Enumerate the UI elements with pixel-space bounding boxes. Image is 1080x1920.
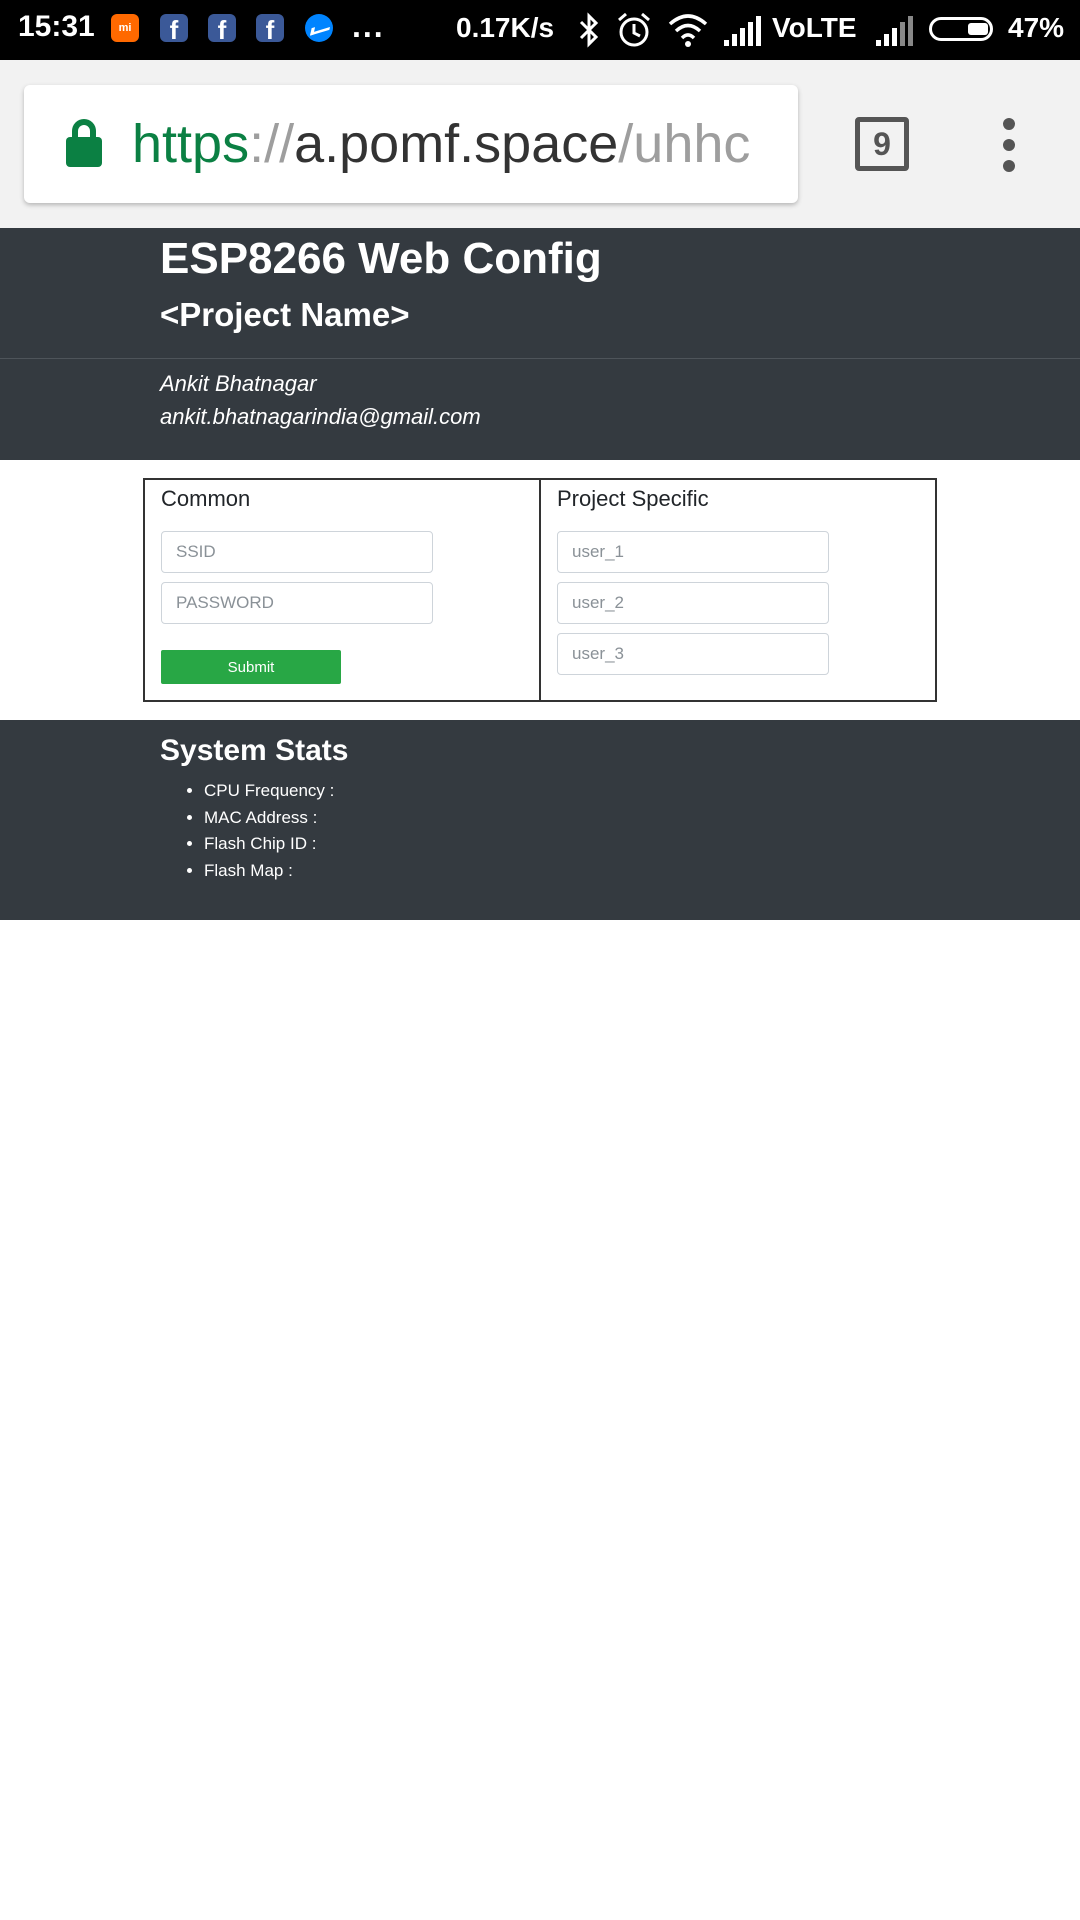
battery-icon: [929, 17, 993, 41]
facebook-icon: f: [208, 14, 236, 42]
alarm-icon: [618, 12, 650, 47]
stat-cpu-frequency: CPU Frequency :: [204, 778, 334, 805]
submit-button[interactable]: Submit: [161, 650, 341, 684]
page-header: ESP8266 Web Config <Project Name> Ankit …: [0, 228, 1080, 460]
user-2-input[interactable]: [557, 582, 829, 624]
header-divider: [0, 358, 1080, 359]
url-separator: ://: [249, 114, 295, 174]
messenger-icon: [305, 14, 333, 42]
stat-flash-chip-id: Flash Chip ID :: [204, 831, 334, 858]
system-stats-title: System Stats: [160, 734, 349, 767]
battery-percent: 47%: [1008, 12, 1065, 43]
more-notifications-icon: ...: [352, 8, 385, 44]
facebook-icon: f: [256, 14, 284, 42]
url-bar[interactable]: https://a.pomf.space/uhhc: [24, 85, 798, 203]
wifi-icon: [668, 14, 708, 47]
cellular-signal-2-icon: [876, 16, 913, 46]
url-scheme: https: [132, 114, 250, 174]
project-name: <Project Name>: [160, 296, 410, 333]
author-name: Ankit Bhatnagar: [160, 371, 317, 396]
url-path: /uhhc: [618, 114, 751, 174]
tab-switcher-button[interactable]: 9: [855, 117, 909, 171]
common-panel-title: Common: [161, 486, 251, 511]
url-text[interactable]: https://a.pomf.space/uhhc: [132, 113, 798, 175]
project-specific-panel: Project Specific: [539, 478, 937, 702]
author-email: ankit.bhatnagarindia@gmail.com: [160, 404, 481, 429]
project-panel-title: Project Specific: [557, 486, 709, 511]
facebook-icon: f: [160, 14, 188, 42]
bluetooth-icon: [579, 12, 599, 48]
stat-mac-address: MAC Address :: [204, 805, 334, 832]
stat-flash-map: Flash Map :: [204, 858, 334, 885]
network-speed: 0.17K/s: [456, 12, 555, 43]
common-panel: Common Submit: [143, 478, 541, 702]
page-title: ESP8266 Web Config: [160, 234, 602, 283]
browser-toolbar: https://a.pomf.space/uhhc 9: [0, 60, 1080, 228]
status-bar: 15:31 mi f f f ... 0.17K/s VoLTE 47%: [0, 0, 1080, 60]
ssid-input[interactable]: [161, 531, 433, 573]
system-stats-list: CPU Frequency : MAC Address : Flash Chip…: [160, 778, 334, 884]
config-forms: Common Submit Project Specific: [143, 478, 937, 702]
cellular-signal-icon: [724, 16, 761, 46]
volte-label: VoLTE: [772, 12, 857, 43]
mi-app-icon: mi: [111, 14, 139, 42]
password-input[interactable]: [161, 582, 433, 624]
url-host: a.pomf.space: [294, 114, 619, 174]
user-1-input[interactable]: [557, 531, 829, 573]
lock-icon[interactable]: [66, 119, 102, 167]
status-time: 15:31: [18, 10, 95, 43]
user-3-input[interactable]: [557, 633, 829, 675]
overflow-menu-icon[interactable]: [997, 118, 1027, 172]
system-stats-section: System Stats CPU Frequency : MAC Address…: [0, 720, 1080, 920]
